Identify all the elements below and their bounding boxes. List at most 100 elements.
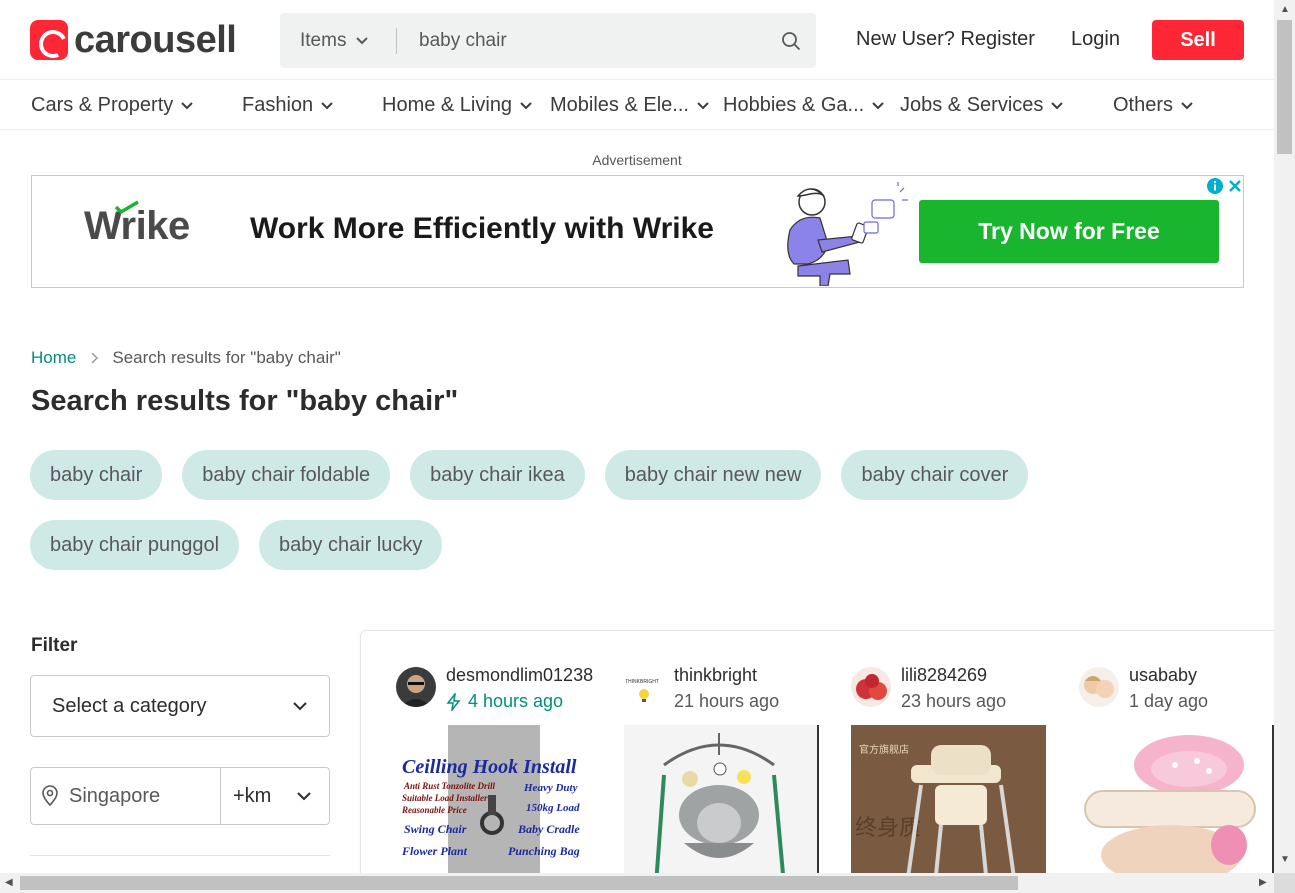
search-category-label: Items [300,29,347,51]
breadcrumb: Home Search results for "baby chair" [31,348,341,368]
seller-name: desmondlim01238 [446,665,594,685]
location-input[interactable]: Singapore [31,768,221,824]
image-title-text: Ceilling Hook Install [402,756,577,778]
svg-text:Flower Plant: Flower Plant [401,844,468,858]
chevron-down-icon [356,36,369,44]
ad-headline: Work More Efficiently with Wrike [250,212,714,245]
listing-time-text: 4 hours ago [468,691,564,711]
register-link[interactable]: New User? Register [856,28,1035,51]
page-title: Search results for "baby chair" [31,385,459,417]
listing-time: 4 hours ago [446,691,593,712]
search-chip[interactable]: baby chair new new [604,450,822,500]
nav-item-others[interactable]: Others [1113,94,1193,117]
seller-info[interactable]: usababy 1 day ago [1079,665,1208,712]
search-input[interactable]: baby chair [397,30,766,52]
search-icon [782,31,801,50]
nav-item-hobbies-games[interactable]: Hobbies & Ga... [723,94,884,117]
svg-text:官方旗舰店: 官方旗舰店 [859,743,909,756]
site-header: carousell Items baby chair New User? Reg… [0,0,1274,80]
scroll-right-icon[interactable]: ▶ [1259,877,1267,888]
search-chip[interactable]: baby chair ikea [410,450,585,500]
scroll-down-icon[interactable]: ▼ [1280,854,1290,865]
search-chip[interactable]: baby chair punggol [30,520,240,570]
svg-text:Suitable Load Installer: Suitable Load Installer [402,793,488,803]
vertical-scrollbar[interactable]: ▲ ▼ [1274,0,1295,873]
chevron-right-icon [91,352,99,364]
chevron-down-icon [321,101,333,109]
search-chip[interactable]: baby chair lucky [259,520,443,570]
nav-item-fashion[interactable]: Fashion [242,94,333,117]
svg-text:THINKBRIGHT: THINKBRIGHT [625,679,659,685]
info-icon[interactable] [1206,177,1224,195]
search-chip[interactable]: baby chair [30,450,163,500]
chevron-down-icon [293,701,307,710]
category-select[interactable]: Select a category [30,675,330,737]
search-chip[interactable]: baby chair cover [841,450,1029,500]
carousell-logo[interactable]: carousell [30,19,237,61]
chevron-down-icon [520,101,532,109]
scroll-left-icon[interactable]: ◀ [5,877,13,888]
horizontal-scrollbar[interactable]: ◀ ▶ [0,873,1274,893]
scroll-up-icon[interactable]: ▲ [1280,4,1290,15]
svg-text:Baby Cradle: Baby Cradle [517,822,580,836]
vertical-scrollbar-thumb[interactable] [1277,20,1292,154]
nav-item-mobiles-electronics[interactable]: Mobiles & Ele... [550,94,709,117]
ad-label: Advertisement [592,152,682,168]
category-nav: Cars & Property Fashion Home & Living Mo… [0,80,1274,130]
distance-value: +km [233,784,272,807]
listing-image: 官方旗舰店 终身质 [851,725,1046,885]
nav-label: Hobbies & Ga... [723,94,865,116]
ad-controls [1206,177,1244,195]
chevron-down-icon [1181,101,1193,109]
logo-text: carousell [74,19,237,61]
seller-name: thinkbright [674,665,758,685]
location-pin-icon [42,785,58,807]
breadcrumb-home-link[interactable]: Home [31,348,76,368]
ad-person-illustration [787,182,908,286]
ad-cta-button[interactable]: Try Now for Free [919,200,1219,263]
carousell-logo-icon [30,20,68,60]
ad-banner[interactable]: Wrike Work More Efficiently with Wrike T… [31,175,1244,288]
chevron-down-icon [872,101,884,109]
nav-label: Cars & Property [31,94,174,116]
chevron-down-icon [1051,101,1064,109]
svg-text:Reasonable Price: Reasonable Price [401,805,467,815]
location-value: Singapore [69,784,161,807]
nav-label: Home & Living [382,94,513,116]
category-select-label: Select a category [52,694,207,717]
listing-image [1079,725,1274,885]
listing-image: Ceilling Hook Install Anti Rust Tonzolit… [396,725,591,885]
svg-text:Swing Chair: Swing Chair [404,822,467,836]
svg-text:150kg Load: 150kg Load [526,802,580,814]
svg-text:Punching Bag: Punching Bag [508,844,580,858]
seller-info[interactable]: lili8284269 23 hours ago [851,665,1007,712]
svg-text:Anti Rust Tonzolite Drill: Anti Rust Tonzolite Drill [403,781,495,791]
nav-item-home-living[interactable]: Home & Living [382,94,532,117]
divider [30,855,330,856]
seller-info[interactable]: THINKBRIGHT thinkbright 21 hours ago [624,665,780,712]
location-filter: Singapore +km [30,767,330,825]
close-icon[interactable] [1226,177,1244,195]
listing-image [624,725,819,885]
chevron-down-icon [181,101,193,109]
search-category-dropdown[interactable]: Items [280,27,397,54]
seller-info[interactable]: desmondlim01238 4 hours ago [396,665,594,712]
nav-label: Fashion [242,94,314,116]
wrike-check-icon [114,200,139,214]
distance-select[interactable]: +km [221,768,329,824]
listing-time: 23 hours ago [901,691,1007,711]
nav-item-jobs-services[interactable]: Jobs & Services [900,94,1064,117]
login-link[interactable]: Login [1071,28,1120,51]
avatar: THINKBRIGHT [624,667,664,707]
sell-button[interactable]: Sell [1152,20,1244,60]
search-button[interactable] [766,31,816,51]
nav-item-cars-property[interactable]: Cars & Property [31,94,193,117]
search-chip[interactable]: baby chair foldable [182,450,391,500]
avatar [396,667,436,707]
listing-time: 21 hours ago [674,691,780,711]
related-search-chips: baby chair baby chair foldable baby chai… [30,450,1040,570]
nav-label: Mobiles & Ele... [550,94,689,116]
svg-text:终身质: 终身质 [855,816,921,841]
horizontal-scrollbar-thumb[interactable] [20,876,1018,890]
breadcrumb-current: Search results for "baby chair" [112,348,341,367]
